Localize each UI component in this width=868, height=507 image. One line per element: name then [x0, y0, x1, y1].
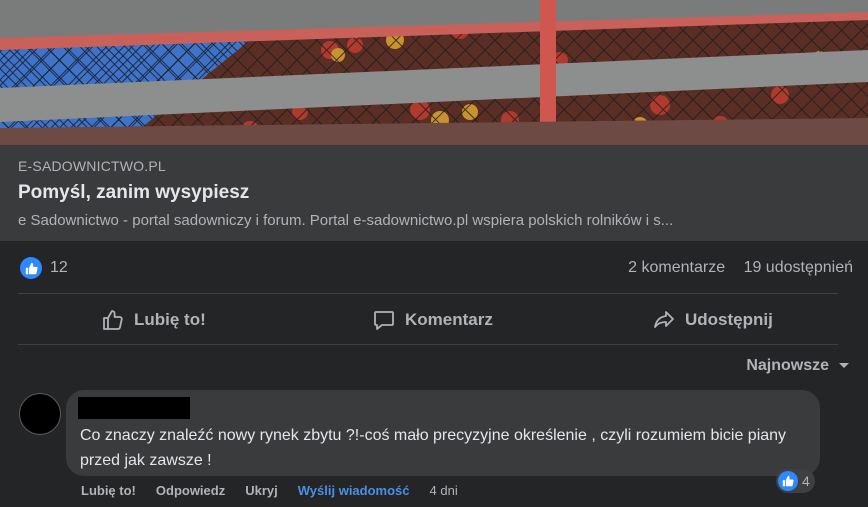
comment-hide-link[interactable]: Ukryj — [245, 483, 278, 498]
comment-sort-dropdown[interactable]: Najnowsze — [746, 357, 850, 375]
comment-like-link[interactable]: Lubię to! — [81, 483, 136, 498]
post-stats: 12 2 komentarze 19 udostępnień — [0, 255, 868, 283]
link-preview-info[interactable]: E-SADOWNICTWO.PL Pomyśl, zanim wysypiesz… — [0, 145, 868, 241]
comment-reactions[interactable]: 4 — [776, 469, 815, 493]
comment-button[interactable]: Komentarz — [372, 298, 493, 342]
comment-reply-link[interactable]: Odpowiedz — [156, 483, 225, 498]
share-button-label: Udostępnij — [685, 310, 773, 329]
apple-crate-photo — [0, 0, 868, 145]
comment-reaction-count: 4 — [802, 473, 810, 489]
sort-label: Najnowsze — [746, 357, 829, 374]
comment-icon — [374, 311, 394, 330]
thumbs-up-icon — [103, 310, 123, 330]
comment-button-label: Komentarz — [405, 310, 493, 329]
divider — [18, 293, 838, 294]
redacted-commenter-name — [78, 397, 190, 419]
link-description: e Sadownictwo - portal sadowniczy i foru… — [18, 212, 674, 229]
commenter-avatar[interactable] — [19, 393, 61, 435]
comment-timestamp[interactable]: 4 dni — [430, 483, 458, 498]
stats-right: 2 komentarze 19 udostępnień — [628, 259, 853, 277]
like-reaction-icon — [778, 471, 798, 491]
like-count[interactable]: 12 — [50, 259, 68, 277]
comment-actions: Lubię to! Odpowiedz Ukryj Wyślij wiadomo… — [81, 483, 458, 498]
share-button[interactable]: Udostępnij — [652, 298, 773, 342]
divider — [18, 344, 838, 345]
share-icon — [654, 311, 674, 328]
share-count[interactable]: 19 udostępnień — [744, 259, 853, 276]
comment-bubble: Co znaczy znaleźć nowy rynek zbytu ?!-co… — [66, 390, 820, 476]
post-action-bar: Lubię to! Komentarz Udostępnij — [0, 298, 868, 342]
like-button[interactable]: Lubię to! — [101, 298, 206, 342]
link-domain: E-SADOWNICTWO.PL — [18, 158, 166, 174]
comment-count[interactable]: 2 komentarze — [628, 259, 725, 276]
like-reaction-icon[interactable] — [20, 257, 42, 279]
comment-text: Co znaczy znaleźć nowy rynek zbytu ?!-co… — [80, 427, 787, 469]
link-title[interactable]: Pomyśl, zanim wysypiesz — [18, 182, 249, 204]
send-message-link[interactable]: Wyślij wiadomość — [298, 483, 410, 498]
chevron-down-icon — [839, 363, 849, 368]
link-preview-image[interactable] — [0, 0, 868, 145]
like-button-label: Lubię to! — [134, 310, 206, 329]
